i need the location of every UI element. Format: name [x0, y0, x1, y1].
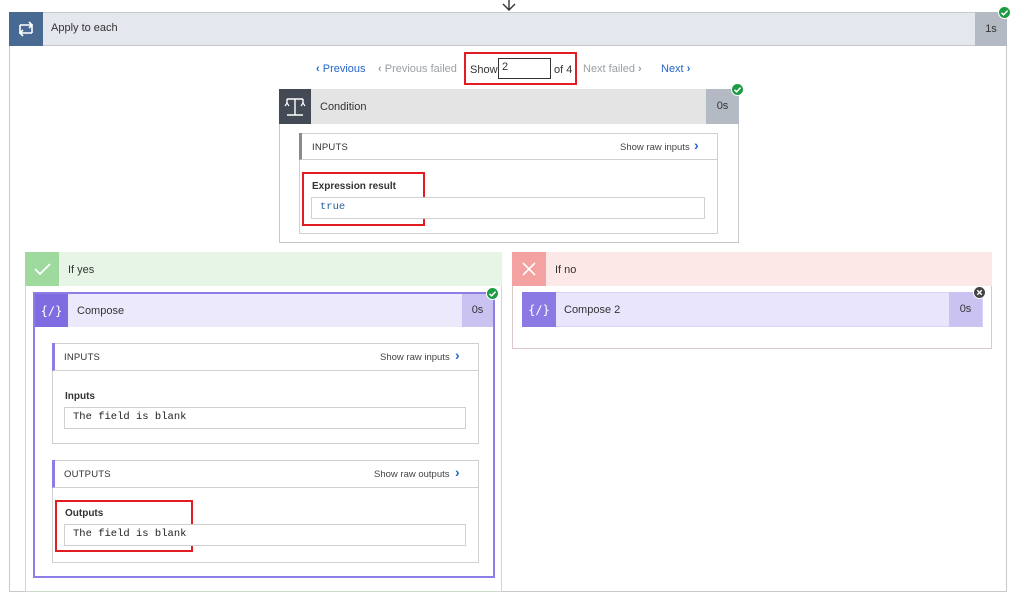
- compose-outputs-value: The field is blank: [64, 524, 466, 546]
- expression-result-label: Expression result: [312, 181, 396, 192]
- condition-title: Condition: [320, 101, 367, 113]
- compose-outputs-title: OUTPUTS: [64, 469, 111, 480]
- svg-text:{∕}: {∕}: [41, 304, 63, 318]
- chevron-right-icon[interactable]: ›: [455, 347, 460, 363]
- if-yes-header[interactable]: [25, 252, 502, 286]
- if-no-title: If no: [555, 264, 577, 276]
- loop-icon: [9, 12, 43, 46]
- success-check-icon: [731, 83, 744, 96]
- iteration-total: of 4: [554, 64, 573, 76]
- compose-inputs-label: Inputs: [65, 391, 95, 402]
- success-check-icon: [998, 6, 1011, 19]
- condition-inputs-title: INPUTS: [312, 142, 349, 153]
- chevron-right-icon[interactable]: ›: [455, 464, 460, 480]
- previous-failed-button[interactable]: ‹ Previous failed: [378, 63, 457, 75]
- expression-result-value: true: [311, 197, 705, 219]
- compose-outputs-label: Outputs: [65, 508, 104, 519]
- compose-inputs-title: INPUTS: [64, 352, 101, 363]
- chevron-right-icon: ›: [638, 63, 642, 75]
- compose-2-title: Compose 2: [564, 304, 621, 316]
- flow-down-arrow-icon: [502, 0, 516, 11]
- show-raw-inputs-label: Show raw inputs: [380, 352, 450, 363]
- close-icon: [512, 252, 546, 286]
- show-raw-inputs-label: Show raw inputs: [620, 142, 690, 153]
- next-failed-button[interactable]: Next failed ›: [583, 63, 642, 75]
- previous-button[interactable]: ‹ Previous: [316, 63, 366, 75]
- compose-braces-icon: {∕}: [35, 294, 68, 327]
- apply-to-each-header[interactable]: [9, 12, 1007, 46]
- show-raw-outputs-label: Show raw outputs: [374, 469, 450, 480]
- previous-label: Previous: [322, 63, 366, 75]
- chevron-left-icon: ‹: [316, 63, 320, 75]
- success-check-icon: [486, 287, 499, 300]
- compose-braces-icon: {∕}: [522, 292, 556, 327]
- next-button[interactable]: Next ›: [661, 63, 690, 75]
- iteration-input[interactable]: 2: [498, 58, 551, 79]
- if-no-header[interactable]: [512, 252, 992, 286]
- svg-text:{∕}: {∕}: [528, 303, 550, 317]
- compose-title: Compose: [77, 305, 125, 317]
- chevron-right-icon: ›: [686, 63, 691, 75]
- skipped-x-icon: [973, 286, 986, 299]
- show-raw-inputs-link[interactable]: Show raw inputs: [620, 142, 690, 153]
- condition-icon: [279, 89, 311, 124]
- next-label: Next: [661, 63, 684, 75]
- if-yes-title: If yes: [68, 264, 95, 276]
- show-raw-outputs-link[interactable]: Show raw outputs: [374, 469, 450, 480]
- show-label: Show: [470, 64, 498, 76]
- previous-failed-label: Previous failed: [384, 63, 457, 75]
- next-failed-label: Next failed: [583, 63, 635, 75]
- show-raw-inputs-link[interactable]: Show raw inputs: [380, 352, 450, 363]
- checkmark-icon: [25, 252, 59, 286]
- chevron-left-icon: ‹: [378, 63, 382, 75]
- chevron-right-icon[interactable]: ›: [694, 137, 699, 153]
- apply-to-each-title: Apply to each: [51, 22, 118, 34]
- compose-inputs-value: The field is blank: [64, 407, 466, 429]
